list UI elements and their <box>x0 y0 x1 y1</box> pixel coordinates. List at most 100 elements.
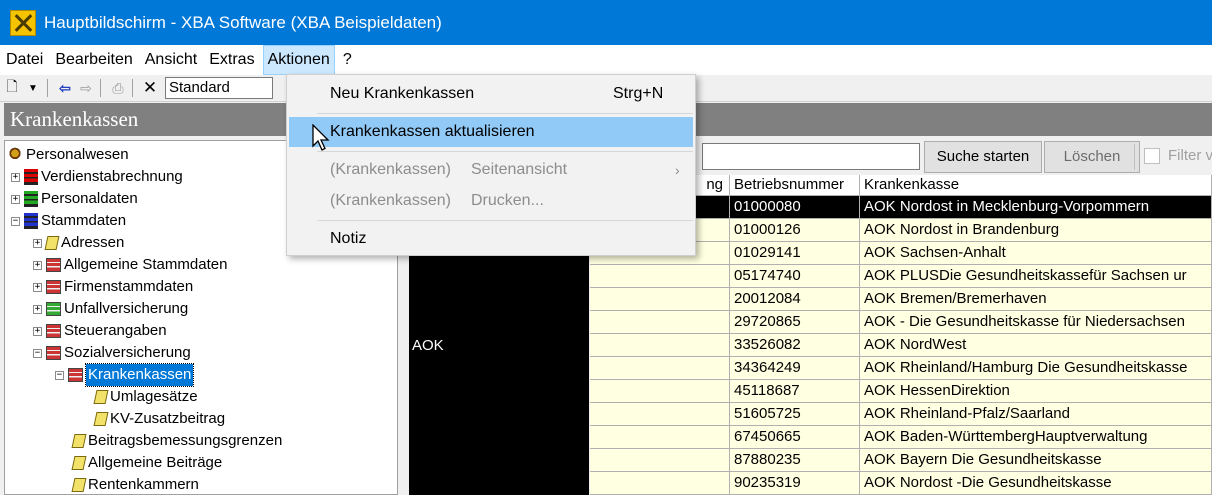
table-cell-betriebsnummer[interactable]: 01029141 <box>730 242 860 265</box>
tree-item-unfallversicherung[interactable]: + Unfallversicherung <box>33 298 188 320</box>
reset-button[interactable]: Löschen <box>1044 141 1140 173</box>
table-row[interactable]: 87880235 AOK Bayern Die Gesundheitskasse <box>408 449 1212 472</box>
view-select[interactable]: Standard <box>165 77 273 99</box>
expand-icon[interactable]: + <box>11 194 20 204</box>
tree-item-steuerangaben[interactable]: + Steuerangaben <box>33 320 167 342</box>
expand-icon[interactable]: + <box>11 172 20 182</box>
table-row[interactable]: 67450665 AOK Baden-WürttembergHauptverwal… <box>408 426 1212 449</box>
table-row[interactable]: 90235319 AOK Nordost -Die Gesundheitskass… <box>408 472 1212 495</box>
table-row[interactable]: 45118687 AOK HessenDirektion <box>408 380 1212 403</box>
table-cell-krankenkasse[interactable]: AOK Sachsen-Anhalt <box>860 242 1212 265</box>
table-cell-betriebsnummer[interactable]: 45118687 <box>730 380 860 403</box>
table-cell-bezeichnung[interactable] <box>590 449 730 472</box>
tree-item-personaldaten[interactable]: + Personaldaten <box>11 188 138 210</box>
close-icon[interactable]: ✕ <box>141 78 159 98</box>
table-cell-betriebsnummer[interactable]: 05174740 <box>730 265 860 288</box>
table-cell-betriebsnummer[interactable]: 51605725 <box>730 403 860 426</box>
collapse-icon[interactable]: − <box>55 370 64 380</box>
table-cell-betriebsnummer[interactable]: 01000126 <box>730 219 860 242</box>
collapse-icon[interactable]: − <box>11 216 20 226</box>
filter-checkbox[interactable] <box>1144 148 1160 164</box>
table-row[interactable]: 34364249 AOK Rheinland/Hamburg Die Gesund… <box>408 357 1212 380</box>
table-cell-krankenkasse[interactable]: AOK Nordost in Brandenburg <box>860 219 1212 242</box>
expand-icon[interactable]: + <box>33 304 42 314</box>
table-cell-krankenkasse[interactable]: AOK - Die Gesundheitskasse für Niedersac… <box>860 311 1212 334</box>
menu-item-seitenansicht[interactable]: (Krankenkassen) Seitenansicht › <box>289 155 693 185</box>
expand-icon[interactable]: + <box>33 326 42 336</box>
table-cell-bezeichnung[interactable] <box>590 403 730 426</box>
tree-item-beitragsbemessungsgrenzen[interactable]: Beitragsbemessungsgrenzen <box>71 430 282 452</box>
table-cell-krankenkasse[interactable]: AOK PLUSDie Gesundheitskassefür Sachsen … <box>860 265 1212 288</box>
table-cell-bezeichnung[interactable] <box>590 426 730 449</box>
tree-item-sozialversicherung[interactable]: − Sozialversicherung <box>33 342 191 364</box>
tree-item-umlagesaetze[interactable]: Umlagesätze <box>93 386 198 408</box>
search-button[interactable]: Suche starten <box>924 141 1042 173</box>
tree-item-label: Steuerangaben <box>64 322 167 339</box>
menu-item-neu-krankenkassen[interactable]: Neu Krankenkassen Strg+N <box>289 79 693 109</box>
table-row[interactable]: 05174740 AOK PLUSDie Gesundheitskassefür … <box>408 265 1212 288</box>
menu-ansicht[interactable]: Ansicht <box>141 45 201 75</box>
dropdown-arrow-icon[interactable]: ▼ <box>24 78 42 98</box>
table-cell-betriebsnummer[interactable]: 34364249 <box>730 357 860 380</box>
table-cell-bezeichnung[interactable] <box>590 357 730 380</box>
tree-item-allgemeine-beitraege[interactable]: Allgemeine Beiträge <box>71 452 222 474</box>
new-document-icon[interactable]: 🗋 <box>3 78 21 98</box>
module-green-icon <box>24 191 38 207</box>
menu-aktionen[interactable]: Aktionen <box>262 45 335 75</box>
table-row[interactable]: 29720865 AOK - Die Gesundheitskasse für N… <box>408 311 1212 334</box>
table-row[interactable]: 20012084 AOK Bremen/Bremerhaven <box>408 288 1212 311</box>
tree-item-krankenkassen[interactable]: − Krankenkassen <box>55 363 195 387</box>
table-row[interactable]: 33526082 AOK NordWest <box>408 334 1212 357</box>
table-cell-bezeichnung[interactable] <box>590 472 730 495</box>
table-cell-bezeichnung[interactable] <box>590 265 730 288</box>
expand-icon[interactable]: + <box>33 282 42 292</box>
table-cell-betriebsnummer[interactable]: 67450665 <box>730 426 860 449</box>
forward-arrow-icon[interactable]: ⇨ <box>77 78 95 98</box>
table-cell-krankenkasse[interactable]: AOK NordWest <box>860 334 1212 357</box>
table-cell-krankenkasse[interactable]: AOK Nordost in Mecklenburg-Vorpommern <box>860 196 1212 219</box>
table-cell-krankenkasse[interactable]: AOK Bayern Die Gesundheitskasse <box>860 449 1212 472</box>
table-cell-betriebsnummer[interactable]: 29720865 <box>730 311 860 334</box>
table-cell-betriebsnummer[interactable]: 90235319 <box>730 472 860 495</box>
table-cell-betriebsnummer[interactable]: 87880235 <box>730 449 860 472</box>
toolbar-separator <box>100 79 101 97</box>
table-cell-bezeichnung[interactable] <box>590 311 730 334</box>
table-cell-krankenkasse[interactable]: AOK Nordost -Die Gesundheitskasse <box>860 472 1212 495</box>
tree-item-firmenstammdaten[interactable]: + Firmenstammdaten <box>33 276 193 298</box>
tree-item-label: Umlagesätze <box>110 388 198 405</box>
tree-item-kv-zusatzbeitrag[interactable]: KV-Zusatzbeitrag <box>93 408 225 430</box>
menu-item-notiz[interactable]: Notiz <box>289 224 693 254</box>
collapse-icon[interactable]: − <box>33 348 42 358</box>
table-cell-bezeichnung[interactable] <box>590 288 730 311</box>
expand-icon[interactable]: + <box>33 238 42 248</box>
table-cell-krankenkasse[interactable]: AOK Rheinland-Pfalz/Saarland <box>860 403 1212 426</box>
table-cell-betriebsnummer[interactable]: 01000080 <box>730 196 860 219</box>
table-cell-betriebsnummer[interactable]: 20012084 <box>730 288 860 311</box>
print-icon[interactable]: ⎙ <box>109 78 127 98</box>
table-row[interactable]: 51605725 AOK Rheinland-Pfalz/Saarland <box>408 403 1212 426</box>
column-header-betriebsnummer[interactable]: Betriebsnummer <box>730 175 860 196</box>
table-cell-betriebsnummer[interactable]: 33526082 <box>730 334 860 357</box>
menu-help[interactable]: ? <box>339 45 356 75</box>
table-cell-krankenkasse[interactable]: AOK Bremen/Bremerhaven <box>860 288 1212 311</box>
menu-item-drucken[interactable]: (Krankenkassen) Drucken... <box>289 186 693 216</box>
tree-item-stammdaten[interactable]: − Stammdaten <box>11 210 126 232</box>
table-cell-krankenkasse[interactable]: AOK Rheinland/Hamburg Die Gesundheitskas… <box>860 357 1212 380</box>
menu-bearbeiten[interactable]: Bearbeiten <box>51 45 136 75</box>
table-cell-bezeichnung[interactable] <box>590 334 730 357</box>
menu-item-krankenkassen-aktualisieren[interactable]: Krankenkassen aktualisieren <box>289 117 693 147</box>
tree-item-adressen[interactable]: + Adressen <box>33 232 124 254</box>
table-cell-bezeichnung[interactable] <box>590 380 730 403</box>
table-cell-krankenkasse[interactable]: AOK Baden-WürttembergHauptverwaltung <box>860 426 1212 449</box>
back-arrow-icon[interactable]: ⇦ <box>56 78 74 98</box>
table-cell-krankenkasse[interactable]: AOK HessenDirektion <box>860 380 1212 403</box>
expand-icon[interactable]: + <box>33 260 42 270</box>
menu-datei[interactable]: Datei <box>2 45 47 75</box>
tree-item-personalwesen[interactable]: Personalwesen <box>7 144 129 166</box>
column-header-krankenkasse[interactable]: Krankenkasse <box>860 175 1212 196</box>
tree-item-rentenkammern[interactable]: Rentenkammern <box>71 474 199 494</box>
search-input[interactable] <box>702 143 920 170</box>
tree-item-verdienstabrechnung[interactable]: + Verdienstabrechnung <box>11 166 183 188</box>
menu-extras[interactable]: Extras <box>205 45 258 75</box>
tree-item-allgemeine-stammdaten[interactable]: + Allgemeine Stammdaten <box>33 254 227 276</box>
